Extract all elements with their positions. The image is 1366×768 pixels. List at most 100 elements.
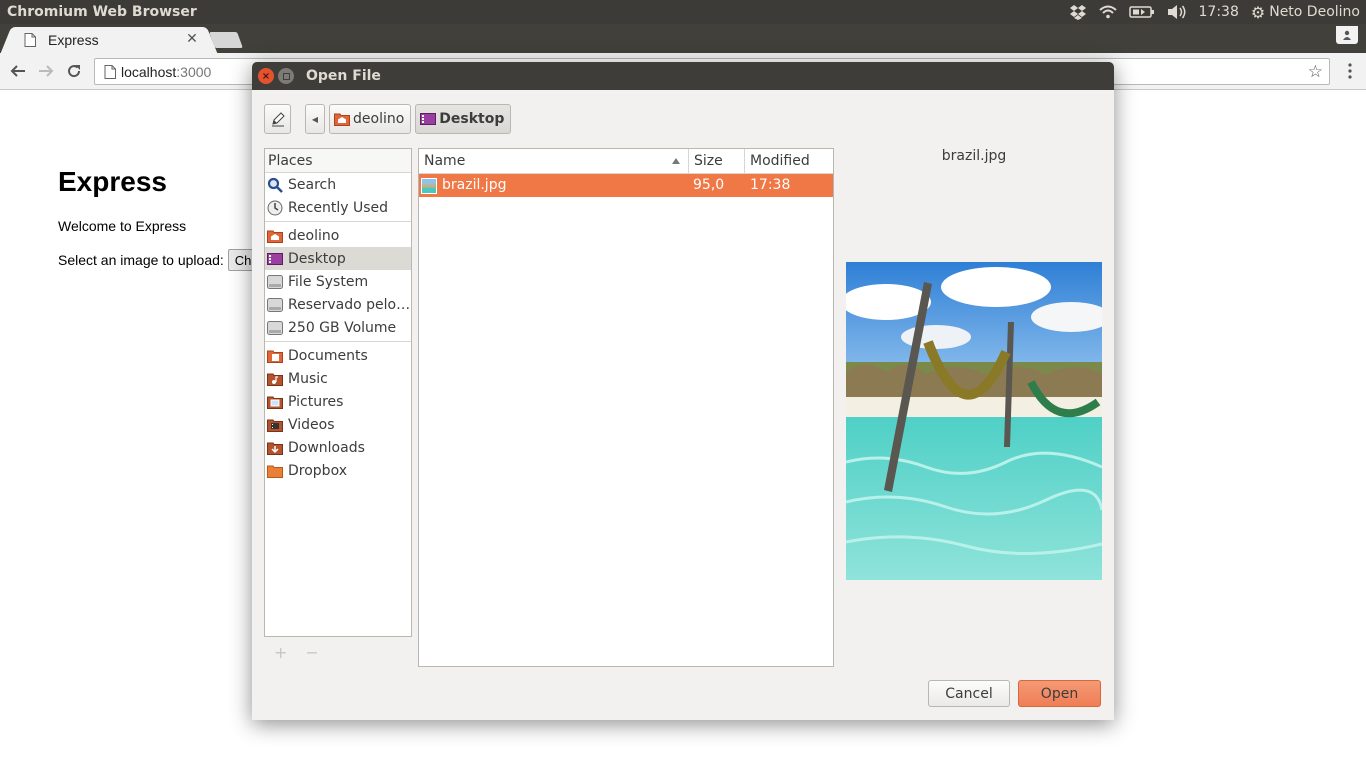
place-pictures[interactable]: Pictures bbox=[265, 390, 411, 413]
open-button[interactable]: Open bbox=[1018, 680, 1101, 707]
path-crumb-desktop[interactable]: Desktop bbox=[415, 104, 512, 134]
user-name: Neto Deolino bbox=[1269, 4, 1360, 20]
downloads-folder-icon bbox=[267, 440, 283, 456]
place-actions: + − bbox=[274, 643, 319, 662]
place-label: Recently Used bbox=[288, 199, 389, 216]
top-panel: Chromium Web Browser 17:38 ⚙ Neto Deolin… bbox=[0, 0, 1366, 24]
file-name-cell: brazil.jpg bbox=[419, 174, 689, 197]
dialog-titlebar[interactable]: × Open File bbox=[252, 62, 1114, 90]
place-downloads[interactable]: Downloads bbox=[265, 436, 411, 459]
path-bar: ◀ deolino Desktop bbox=[264, 103, 512, 135]
places-header: Places bbox=[265, 149, 411, 173]
tab-express[interactable]: Express ✕ bbox=[14, 27, 204, 53]
videos-folder-icon bbox=[267, 417, 283, 433]
clock[interactable]: 17:38 bbox=[1193, 0, 1245, 24]
column-name[interactable]: Name bbox=[419, 149, 689, 173]
place-home[interactable]: deolino bbox=[265, 224, 411, 247]
page-icon bbox=[104, 65, 116, 79]
place-desktop[interactable]: Desktop bbox=[265, 247, 411, 270]
bookmark-star-icon[interactable]: ☆ bbox=[1308, 62, 1323, 82]
path-crumb-label: deolino bbox=[353, 111, 405, 127]
file-row[interactable]: brazil.jpg 95,0 kB 17:38 bbox=[419, 174, 833, 216]
place-label: Downloads bbox=[288, 439, 365, 456]
upload-label: Select an image to upload: bbox=[58, 252, 224, 268]
preview-image bbox=[846, 262, 1102, 580]
place-label: Videos bbox=[288, 416, 335, 433]
music-folder-icon bbox=[267, 371, 283, 387]
dropbox-icon[interactable] bbox=[1063, 0, 1093, 24]
home-folder-icon bbox=[334, 113, 350, 126]
place-label: File System bbox=[288, 273, 369, 290]
place-dropbox[interactable]: Dropbox bbox=[265, 459, 411, 482]
column-size[interactable]: Size bbox=[689, 149, 745, 173]
remove-place-button[interactable]: − bbox=[305, 643, 318, 662]
page-icon bbox=[24, 33, 36, 47]
clock-icon bbox=[267, 200, 283, 216]
file-name: brazil.jpg bbox=[442, 177, 507, 193]
battery-icon[interactable] bbox=[1123, 0, 1161, 24]
place-search[interactable]: Search bbox=[265, 173, 411, 196]
places-separator bbox=[265, 221, 411, 222]
volume-icon[interactable] bbox=[1161, 0, 1193, 24]
place-250gb-volume[interactable]: 250 GB Volume bbox=[265, 316, 411, 339]
place-videos[interactable]: Videos bbox=[265, 413, 411, 436]
desktop-icon bbox=[420, 113, 437, 125]
close-icon[interactable]: × bbox=[258, 68, 274, 84]
reload-icon[interactable] bbox=[64, 61, 84, 81]
maximize-icon[interactable] bbox=[278, 68, 294, 84]
file-size: 95,0 kB bbox=[693, 177, 725, 216]
place-label: deolino bbox=[288, 227, 340, 244]
path-crumb-home[interactable]: deolino bbox=[329, 104, 412, 134]
search-icon bbox=[267, 177, 283, 193]
sort-ascending-icon bbox=[672, 158, 680, 164]
drive-icon bbox=[267, 274, 283, 290]
place-label: Dropbox bbox=[288, 462, 347, 479]
tab-strip: Express ✕ bbox=[0, 24, 1366, 53]
place-recently-used[interactable]: Recently Used bbox=[265, 196, 411, 219]
pencil-icon bbox=[271, 112, 285, 127]
tab-close-icon[interactable]: ✕ bbox=[184, 31, 200, 47]
indicator-area: 17:38 ⚙ Neto Deolino bbox=[1063, 0, 1366, 24]
place-label: 250 GB Volume bbox=[288, 319, 397, 336]
drive-icon bbox=[267, 297, 283, 313]
wifi-icon[interactable] bbox=[1093, 0, 1123, 24]
menu-icon[interactable] bbox=[1348, 63, 1352, 83]
forward-arrow-icon[interactable] bbox=[36, 61, 56, 81]
app-title: Chromium Web Browser bbox=[7, 4, 197, 20]
url-port: :3000 bbox=[176, 63, 212, 80]
upload-row: Select an image to upload: Ch bbox=[58, 249, 258, 271]
place-documents[interactable]: Documents bbox=[265, 344, 411, 367]
path-crumb-label: Desktop bbox=[439, 111, 505, 127]
home-folder-icon bbox=[267, 228, 283, 244]
add-place-button[interactable]: + bbox=[274, 643, 287, 662]
desktop-icon bbox=[267, 251, 283, 267]
path-left-arrow-icon[interactable]: ◀ bbox=[305, 104, 325, 134]
type-location-button[interactable] bbox=[264, 104, 291, 134]
place-file-system[interactable]: File System bbox=[265, 270, 411, 293]
session-menu[interactable]: ⚙ Neto Deolino bbox=[1245, 0, 1366, 24]
gear-icon: ⚙ bbox=[1250, 2, 1266, 22]
place-label: Search bbox=[288, 176, 337, 193]
place-label: Documents bbox=[288, 347, 368, 364]
places-separator bbox=[265, 341, 411, 342]
column-modified-label: Modified bbox=[750, 153, 810, 169]
place-reservado[interactable]: Reservado pelo… bbox=[265, 293, 411, 316]
column-modified[interactable]: Modified bbox=[745, 149, 833, 173]
column-name-label: Name bbox=[424, 153, 466, 169]
back-arrow-icon[interactable] bbox=[8, 61, 28, 81]
drive-icon bbox=[267, 320, 283, 336]
place-label: Music bbox=[288, 370, 328, 387]
tab-title: Express bbox=[48, 32, 99, 48]
welcome-text: Welcome to Express bbox=[58, 218, 187, 234]
new-tab-button[interactable] bbox=[209, 32, 243, 48]
places-sidebar: Places Search Recently Used deolino Desk… bbox=[264, 148, 412, 637]
file-list: Name Size Modified brazil.jpg 95,0 kB 17… bbox=[418, 148, 834, 667]
place-music[interactable]: Music bbox=[265, 367, 411, 390]
open-file-dialog: × Open File ◀ deolino Desktop Places Sea… bbox=[252, 62, 1114, 720]
preview-filename: brazil.jpg bbox=[941, 148, 1007, 164]
place-label: Desktop bbox=[288, 250, 346, 267]
column-size-label: Size bbox=[694, 153, 723, 169]
cancel-button[interactable]: Cancel bbox=[928, 680, 1010, 707]
dropbox-folder-icon bbox=[267, 463, 283, 479]
profile-icon[interactable] bbox=[1336, 26, 1358, 44]
